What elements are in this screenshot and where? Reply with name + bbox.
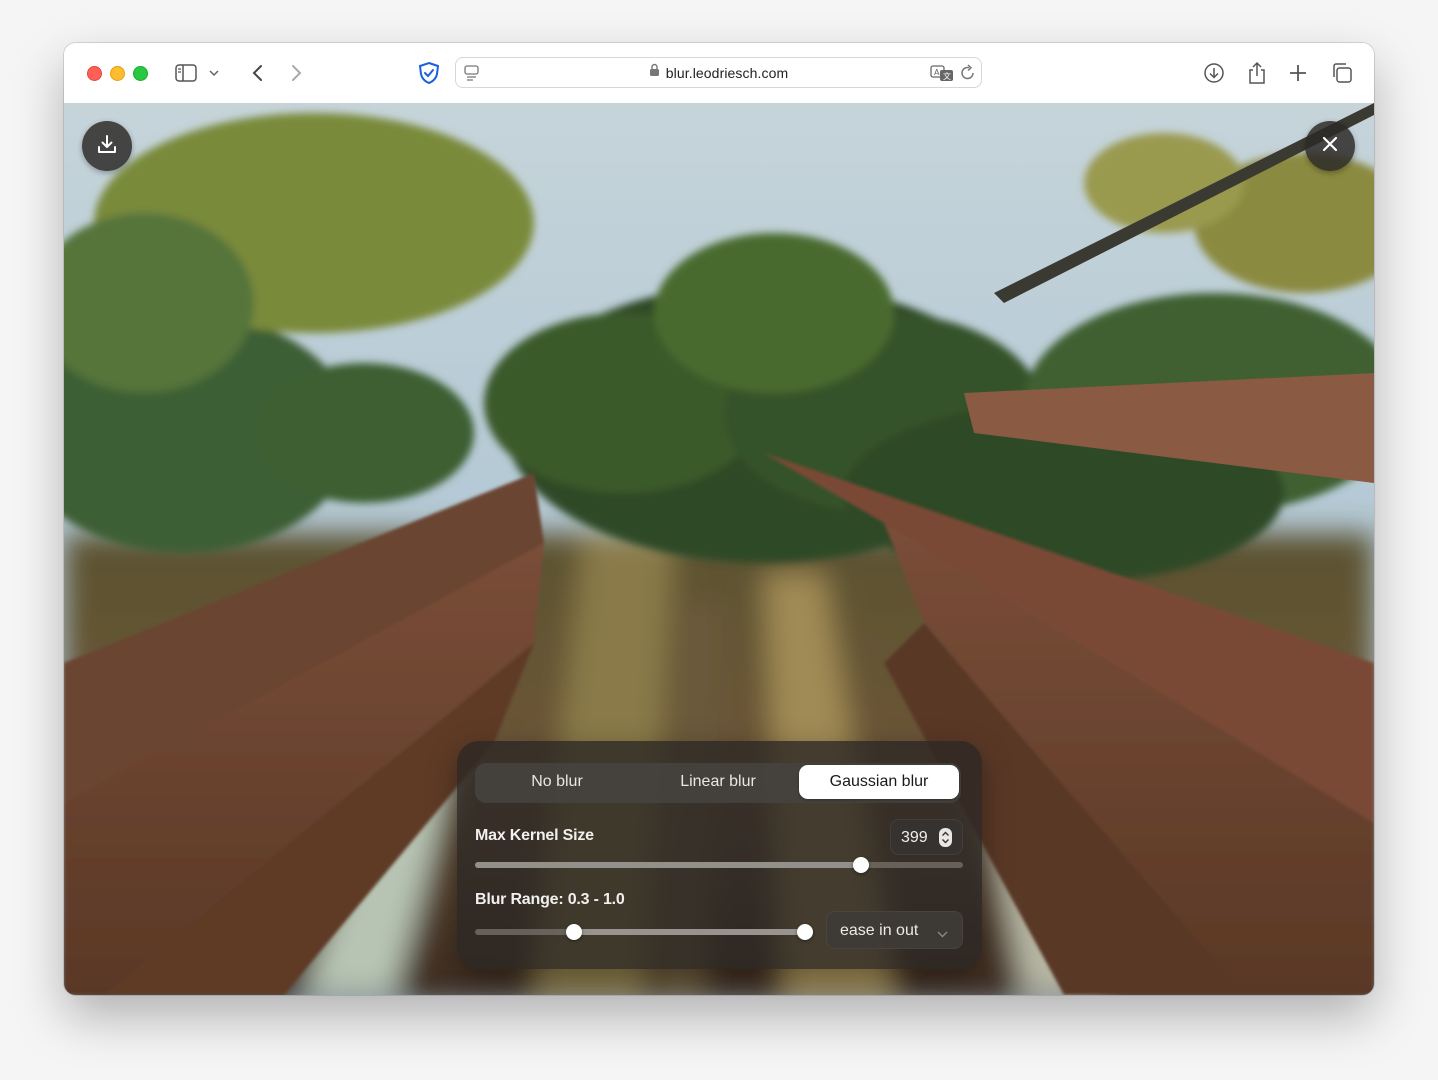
svg-text:文: 文 xyxy=(943,71,951,81)
close-icon xyxy=(1322,136,1338,157)
kernel-size-value[interactable]: 399 xyxy=(901,829,928,847)
range-slider-fill xyxy=(574,929,805,935)
download-image-button[interactable] xyxy=(82,121,132,171)
blur-mode-none[interactable]: No blur xyxy=(477,765,637,799)
blur-mode-gaussian[interactable]: Gaussian blur xyxy=(799,765,959,799)
easing-value: ease in out xyxy=(840,922,919,939)
page-content: No blur Linear blur Gaussian blur Max Ke… xyxy=(64,103,1374,995)
close-image-button[interactable] xyxy=(1305,121,1355,171)
blur-range-label: Blur Range: 0.3 - 1.0 xyxy=(475,891,625,908)
reload-icon[interactable] xyxy=(960,64,976,87)
desktop: blur.leodriesch.com A文 No blur Linear bl… xyxy=(0,0,1438,1080)
kernel-slider-fill xyxy=(475,862,861,868)
chevron-down-icon[interactable] xyxy=(204,59,224,87)
close-window-button[interactable] xyxy=(87,66,102,81)
download-icon xyxy=(96,133,118,160)
zoom-window-button[interactable] xyxy=(133,66,148,81)
svg-text:A: A xyxy=(934,68,940,77)
kernel-size-label: Max Kernel Size xyxy=(475,827,594,844)
range-slider-thumb-low[interactable] xyxy=(566,924,582,940)
minimize-window-button[interactable] xyxy=(110,66,125,81)
blur-control-panel: No blur Linear blur Gaussian blur Max Ke… xyxy=(457,741,982,969)
back-icon[interactable] xyxy=(243,59,271,87)
blur-mode-linear[interactable]: Linear blur xyxy=(638,765,798,799)
kernel-slider-thumb[interactable] xyxy=(852,857,869,873)
address-bar[interactable]: blur.leodriesch.com A文 xyxy=(455,57,982,88)
chevron-down-icon xyxy=(937,925,948,943)
url-display[interactable]: blur.leodriesch.com xyxy=(456,58,981,87)
browser-window: blur.leodriesch.com A文 No blur Linear bl… xyxy=(64,43,1374,995)
stepper-arrows-icon[interactable] xyxy=(939,828,952,847)
new-tab-icon[interactable] xyxy=(1284,59,1312,87)
forward-icon[interactable] xyxy=(283,59,311,87)
url-text: blur.leodriesch.com xyxy=(665,64,789,81)
shield-icon[interactable] xyxy=(415,59,443,87)
blur-range-slider[interactable] xyxy=(475,924,813,940)
kernel-size-stepper[interactable]: 399 xyxy=(890,819,963,855)
lock-icon xyxy=(649,63,660,82)
range-slider-thumb-high[interactable] xyxy=(797,924,813,940)
easing-select[interactable]: ease in out xyxy=(826,911,963,949)
tabs-overview-icon[interactable] xyxy=(1328,59,1356,87)
share-icon[interactable] xyxy=(1243,59,1271,87)
download-icon[interactable] xyxy=(1200,59,1228,87)
kernel-size-slider[interactable] xyxy=(475,857,963,873)
browser-toolbar: blur.leodriesch.com A文 xyxy=(64,43,1374,104)
blur-mode-selector: No blur Linear blur Gaussian blur xyxy=(475,763,961,803)
sidebar-icon[interactable] xyxy=(172,59,200,87)
translate-icon[interactable]: A文 xyxy=(930,64,954,87)
